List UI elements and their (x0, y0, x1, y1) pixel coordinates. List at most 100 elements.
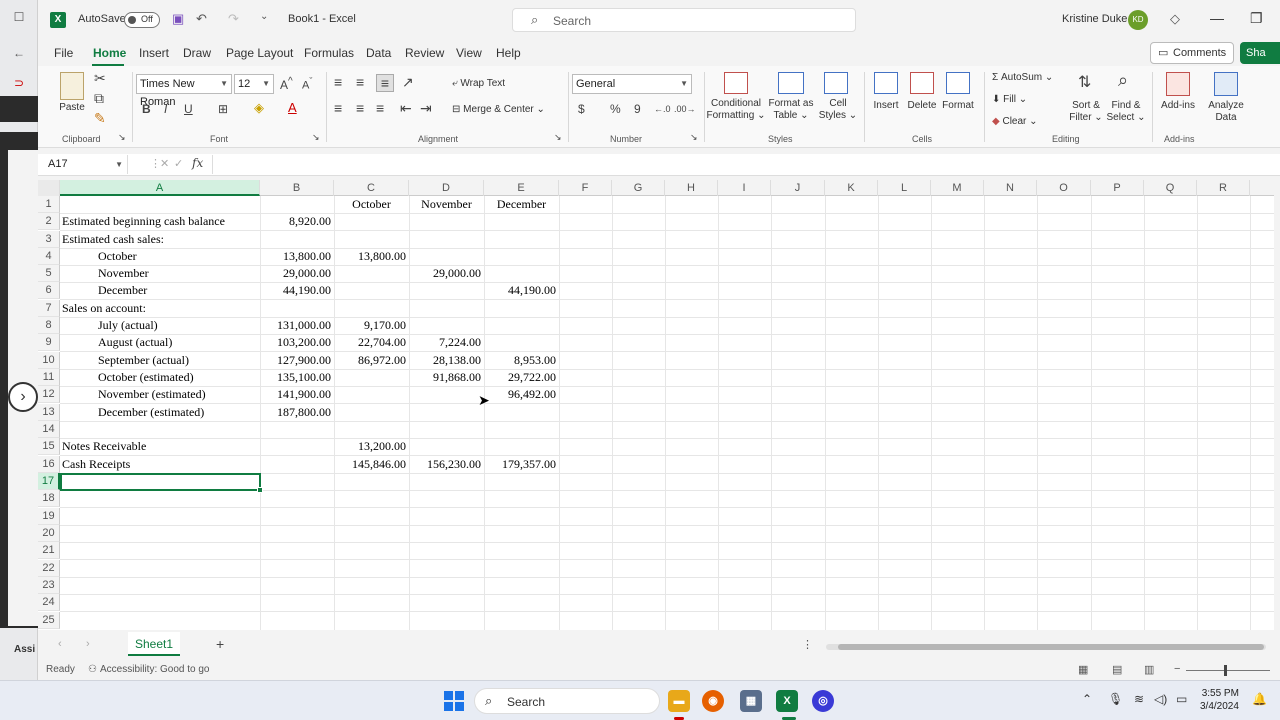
system-clock[interactable]: 3:55 PM 3/4/2024 (1200, 687, 1239, 713)
firefox-icon[interactable]: ◉ (702, 690, 724, 712)
decrease-decimal-icon[interactable]: .00→ (674, 104, 696, 114)
format-button[interactable]: Format (938, 100, 978, 112)
row-header[interactable]: 8 (38, 317, 60, 334)
row-header[interactable]: 9 (38, 334, 60, 351)
row-header[interactable]: 6 (38, 282, 60, 299)
accessibility-icon[interactable]: ⚇ (88, 664, 97, 675)
tab-review[interactable]: Review (405, 46, 444, 60)
col-header-m[interactable]: M (931, 180, 984, 196)
increase-decimal-icon[interactable]: ←.0 (654, 104, 671, 114)
cell-b13[interactable]: 187,800.00 (260, 404, 331, 421)
col-header-c[interactable]: C (334, 180, 409, 196)
cell-c15[interactable]: 13,200.00 (334, 438, 406, 455)
user-name[interactable]: Kristine Duke (1062, 13, 1127, 25)
alignment-launcher-icon[interactable]: ↘ (554, 132, 562, 143)
col-header-f[interactable]: F (559, 180, 612, 196)
tab-file[interactable]: File (54, 46, 73, 60)
cell-c9[interactable]: 22,704.00 (334, 334, 406, 351)
col-header-n[interactable]: N (984, 180, 1037, 196)
clear-button[interactable]: ◆ Clear ⌄ (992, 116, 1038, 128)
zoom-app-icon[interactable]: ◎ (812, 690, 834, 712)
autosave-toggle[interactable]: Off (124, 12, 160, 28)
cell-a3[interactable]: Estimated cash sales: (62, 231, 262, 248)
notification-bell-icon[interactable]: 🔔 (1252, 692, 1267, 706)
col-header-l[interactable]: L (878, 180, 931, 196)
cell-a8[interactable]: July (actual) (98, 317, 258, 334)
row-header[interactable]: 10 (38, 352, 60, 369)
zoom-slider-thumb[interactable] (1224, 665, 1227, 676)
cell-a13[interactable]: December (estimated) (98, 404, 258, 421)
excel-taskbar-icon[interactable]: X (776, 690, 798, 712)
row-header[interactable]: 5 (38, 265, 60, 282)
row-header[interactable]: 25 (38, 612, 60, 629)
col-header-o[interactable]: O (1037, 180, 1091, 196)
row-header[interactable]: 23 (38, 577, 60, 594)
select-all-corner[interactable] (38, 180, 60, 196)
cell-d5[interactable]: 29,000.00 (409, 265, 481, 282)
col-header-q[interactable]: Q (1144, 180, 1197, 196)
row-header[interactable]: 15 (38, 438, 60, 455)
cell-b2[interactable]: 8,920.00 (260, 213, 331, 230)
conditional-formatting-button[interactable]: Conditional Formatting ⌄ (706, 98, 766, 122)
cell-b8[interactable]: 131,000.00 (260, 317, 331, 334)
format-as-table-icon[interactable] (778, 72, 804, 94)
cell-a12[interactable]: November (estimated) (98, 386, 258, 403)
avatar[interactable]: KD (1128, 10, 1148, 30)
fill-color-icon[interactable]: ◈ (254, 100, 264, 116)
cell-b6[interactable]: 44,190.00 (260, 282, 331, 299)
share-button[interactable]: Sha (1240, 42, 1280, 64)
cell-e10[interactable]: 8,953.00 (484, 352, 556, 369)
row-header[interactable]: 2 (38, 213, 60, 230)
cell-e6[interactable]: 44,190.00 (484, 282, 556, 299)
cell-a11[interactable]: October (estimated) (98, 369, 258, 386)
cell-b11[interactable]: 135,100.00 (260, 369, 331, 386)
col-header-r[interactable]: R (1197, 180, 1250, 196)
zoom-slider[interactable] (1186, 670, 1270, 671)
row-header[interactable]: 14 (38, 421, 60, 438)
decrease-indent-icon[interactable]: ⇤ (400, 100, 412, 117)
next-arrow-icon[interactable]: › (8, 382, 38, 412)
bold-icon[interactable]: B (142, 102, 151, 116)
col-header-d[interactable]: D (409, 180, 484, 196)
font-color-icon[interactable]: A (288, 100, 297, 115)
wrap-text-button[interactable]: ⤶ Wrap Text (452, 78, 505, 90)
cell-d1[interactable]: November (409, 196, 484, 213)
cell-a6[interactable]: December (98, 282, 258, 299)
number-launcher-icon[interactable]: ↘ (690, 132, 698, 143)
col-header-e[interactable]: E (484, 180, 559, 196)
fill-handle[interactable] (257, 487, 263, 493)
cell-a5[interactable]: November (98, 265, 258, 282)
cell-e11[interactable]: 29,722.00 (484, 369, 556, 386)
fill-button[interactable]: ⬇ Fill ⌄ (992, 94, 1027, 106)
row-header[interactable]: 1 (38, 196, 60, 213)
active-cell-selection[interactable] (60, 473, 263, 493)
cell-styles-icon[interactable] (824, 72, 848, 94)
col-header-k[interactable]: K (825, 180, 878, 196)
premium-diamond-icon[interactable]: ◇ (1170, 11, 1180, 27)
autosum-button[interactable]: Σ AutoSum ⌄ (992, 72, 1053, 84)
paste-button[interactable]: Paste (56, 102, 88, 114)
cell-b9[interactable]: 103,200.00 (260, 334, 331, 351)
conditional-formatting-icon[interactable] (724, 72, 748, 94)
col-header-a[interactable]: A (60, 180, 260, 196)
prev-sheet-icon[interactable]: ‹ (58, 638, 62, 650)
col-header-p[interactable]: P (1091, 180, 1144, 196)
tab-data[interactable]: Data (366, 46, 391, 60)
align-bottom-icon[interactable]: ≡ (376, 74, 394, 92)
find-select-button[interactable]: Find & Select ⌄ (1106, 100, 1146, 124)
cell-a2[interactable]: Estimated beginning cash balance (62, 213, 262, 230)
format-cells-icon[interactable] (946, 72, 970, 94)
delete-button[interactable]: Delete (902, 100, 942, 112)
windows-start-icon[interactable] (444, 691, 464, 711)
cell-a16[interactable]: Cash Receipts (62, 456, 262, 473)
tab-home[interactable]: Home (93, 46, 126, 60)
cell-b4[interactable]: 13,800.00 (260, 248, 331, 265)
align-right-icon[interactable]: ≡ (376, 100, 384, 116)
font-name-dropdown[interactable]: Times New Roman ▼ (136, 74, 232, 108)
row-header-selected[interactable]: 17 (38, 473, 60, 490)
tab-view[interactable]: View (456, 46, 482, 60)
delete-cells-icon[interactable] (910, 72, 934, 94)
tab-help[interactable]: Help (496, 46, 521, 60)
tab-page-layout[interactable]: Page Layout (226, 46, 293, 60)
sort-filter-icon[interactable]: ⇅ (1078, 72, 1091, 92)
